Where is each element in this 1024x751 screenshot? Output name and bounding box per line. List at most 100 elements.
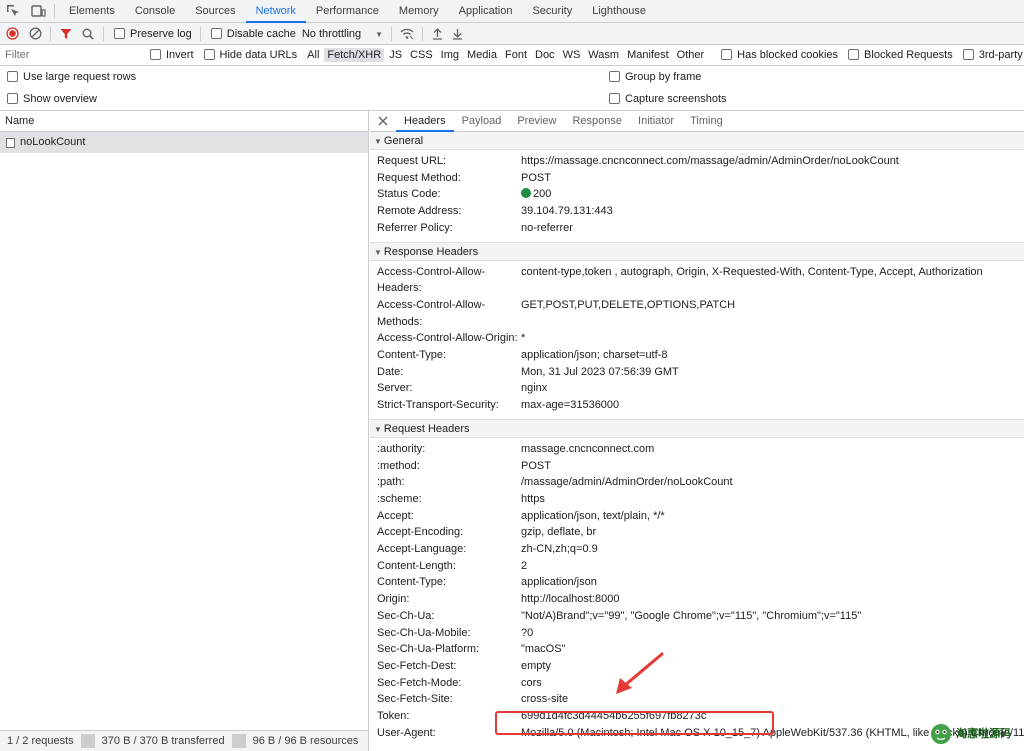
type-filter-media[interactable]: Media	[464, 48, 500, 62]
header-row: Accept-Encoding: gzip, deflate, br	[370, 524, 1024, 541]
preserve-log-label: Preserve log	[130, 27, 192, 40]
header-name: Request URL:	[377, 155, 447, 167]
network-toolbar: Preserve log Disable cache No throttling…	[0, 23, 1024, 45]
header-value-text: nginx	[521, 382, 548, 395]
type-filter-all[interactable]: All	[304, 48, 322, 62]
search-icon[interactable]	[77, 28, 99, 40]
export-har-icon[interactable]	[447, 28, 467, 40]
import-har-icon[interactable]	[427, 27, 447, 40]
inspect-element-icon[interactable]	[0, 0, 26, 23]
type-filter-fetch-xhr[interactable]: Fetch/XHR	[324, 48, 385, 62]
invert-checkbox[interactable]: Invert	[150, 49, 194, 61]
header-value: 2	[521, 558, 527, 575]
tab-console[interactable]: Console	[125, 0, 185, 23]
capture-screenshots-checkbox[interactable]: Capture screenshots	[609, 93, 727, 105]
filter-input[interactable]	[0, 45, 140, 65]
type-filter-js[interactable]: JS	[386, 48, 405, 62]
header-value-text: https	[521, 492, 545, 505]
header-value: https	[521, 491, 545, 508]
tab-elements[interactable]: Elements	[59, 0, 125, 23]
type-filter-font[interactable]: Font	[502, 48, 530, 62]
header-row: Sec-Fetch-Dest: empty	[370, 658, 1024, 675]
detail-tab-initiator[interactable]: Initiator	[630, 111, 682, 132]
expand-triangle-icon: ▼	[374, 424, 382, 434]
type-filter-doc[interactable]: Doc	[532, 48, 558, 62]
show-overview-checkbox[interactable]: Show overview	[7, 93, 97, 105]
general-section-title[interactable]: ▼ General	[370, 132, 1024, 150]
tab-sources[interactable]: Sources	[185, 0, 245, 23]
clear-icon[interactable]	[24, 27, 46, 40]
header-name: Sec-Fetch-Site:	[377, 693, 453, 706]
filter-bar: Invert Hide data URLs AllFetch/XHRJSCSSI…	[0, 45, 1024, 66]
general-section: ▼ General Request URL: https://massage.cnc…	[370, 132, 1024, 243]
type-filter-img[interactable]: Img	[438, 48, 462, 62]
blocked-requests-label: Blocked Requests	[864, 49, 953, 61]
header-row: Access-Control-Allow- GET,POST,PUT,DELETE…	[370, 297, 1024, 314]
tab-performance[interactable]: Performance	[306, 0, 389, 23]
header-name: Strict-Transport-Security:	[377, 399, 499, 412]
detail-tab-preview[interactable]: Preview	[509, 111, 564, 132]
header-row: Strict-Transport-Security: max-age=315360…	[370, 397, 1024, 414]
resources-size: 96 B / 96 B resources	[252, 735, 359, 747]
tab-memory[interactable]: Memory	[389, 0, 449, 23]
hide-data-urls-checkbox[interactable]: Hide data URLs	[203, 49, 297, 61]
type-filter-other[interactable]: Other	[674, 48, 708, 62]
header-row: :path: /massage/admin/AdminOrder/noLookCo…	[370, 474, 1024, 491]
header-value: "macOS"	[521, 641, 565, 658]
tab-security[interactable]: Security	[522, 0, 582, 23]
header-name: Access-Control-Allow-	[377, 298, 486, 311]
network-conditions-icon[interactable]	[396, 28, 418, 40]
header-value: empty	[521, 658, 551, 675]
header-row: :method: POST	[370, 458, 1024, 475]
header-value-text: zh-CN,zh;q=0.9	[521, 543, 598, 556]
header-value-text: empty	[521, 659, 551, 672]
type-filter-manifest[interactable]: Manifest	[624, 48, 672, 62]
request-list: Name noLookCount	[0, 111, 369, 730]
disable-cache-checkbox[interactable]: Disable cache	[210, 27, 296, 40]
response-headers-title[interactable]: ▼ Response Headers	[370, 242, 1024, 261]
close-icon[interactable]	[370, 111, 396, 132]
detail-tab-payload[interactable]: Payload	[454, 111, 510, 132]
header-row: Sec-Fetch-Site: cross-site	[370, 691, 1024, 708]
header-value: 200	[521, 186, 551, 203]
request-row[interactable]: noLookCount	[0, 132, 368, 153]
show-overview-label: Show overview	[23, 93, 97, 105]
third-party-requests-checkbox[interactable]: 3rd-party requests	[962, 49, 1024, 61]
blocked-requests-checkbox[interactable]: Blocked Requests	[848, 49, 953, 61]
header-value: max-age=31536000	[521, 397, 619, 414]
header-value-text: content-type,token , autograph, Origin, …	[521, 265, 983, 278]
expand-triangle-icon: ▼	[374, 137, 382, 146]
tab-lighthouse[interactable]: Lighthouse	[582, 0, 656, 23]
name-column-header[interactable]: Name	[0, 111, 368, 132]
device-toolbar-icon[interactable]	[26, 0, 50, 23]
request-headers-title[interactable]: ▼ Request Headers	[370, 419, 1024, 438]
request-name: noLookCount	[20, 136, 86, 148]
type-filter-ws[interactable]: WS	[560, 48, 584, 62]
tab-application[interactable]: Application	[449, 0, 523, 23]
capture-screenshots-label: Capture screenshots	[625, 93, 727, 105]
header-value: gzip, deflate, br	[521, 524, 596, 541]
header-name: Referrer Policy:	[377, 221, 453, 234]
throttling-select[interactable]: No throttling ▼	[302, 28, 383, 40]
filter-icon[interactable]	[55, 28, 77, 40]
detail-tab-headers[interactable]: Headers	[396, 111, 454, 132]
large-rows-checkbox[interactable]: Use large request rows	[7, 71, 136, 83]
type-filter-wasm[interactable]: Wasm	[585, 48, 622, 62]
tab-network[interactable]: Network	[245, 0, 306, 23]
header-name: Status Code:	[377, 188, 441, 201]
header-value: application/json; charset=utf-8	[521, 347, 667, 364]
header-value-text: application/json, text/plain, */*	[521, 509, 665, 522]
header-value-text: application/json	[521, 576, 597, 589]
detail-tab-response[interactable]: Response	[564, 111, 630, 132]
separator	[80, 734, 95, 748]
separator	[103, 26, 104, 41]
header-name: :scheme:	[377, 492, 422, 505]
has-blocked-cookies-checkbox[interactable]: Has blocked cookies	[721, 49, 838, 61]
devtools-tab-bar: Elements Console Sources Network Performance…	[0, 0, 1024, 23]
type-filter-css[interactable]: CSS	[407, 48, 436, 62]
record-icon[interactable]	[0, 27, 24, 40]
preserve-log-checkbox[interactable]: Preserve log	[114, 27, 192, 40]
group-by-frame-checkbox[interactable]: Group by frame	[609, 71, 701, 83]
status-bar: 1 / 2 requests 370 B / 370 B transferred…	[0, 730, 369, 751]
detail-tab-timing[interactable]: Timing	[682, 111, 731, 132]
